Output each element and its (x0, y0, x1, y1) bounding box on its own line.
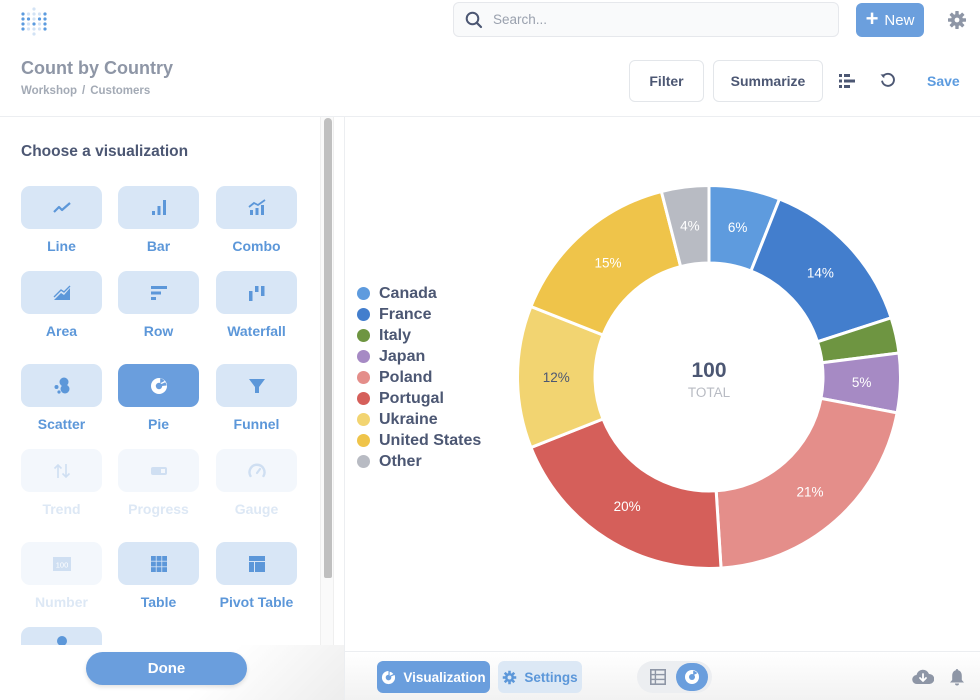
notebook-editor-icon[interactable] (838, 72, 856, 90)
slice-percent-label: 15% (594, 255, 621, 270)
bell-icon[interactable] (949, 668, 965, 686)
pie-icon (685, 670, 699, 684)
viz-tile-area[interactable] (21, 271, 102, 314)
viz-tile-label: Trend (42, 501, 81, 517)
pie-icon (150, 377, 167, 394)
donut-total-value: 100 (691, 359, 726, 382)
combo-icon (247, 198, 266, 215)
filter-button[interactable]: Filter (629, 60, 704, 102)
viz-tile-map[interactable] (21, 627, 102, 645)
viz-tile-label[interactable]: Bar (118, 238, 199, 254)
line-icon (52, 201, 71, 213)
viz-tile-label[interactable]: Funnel (216, 416, 297, 432)
plus-icon: + (865, 6, 879, 31)
viz-tile-label[interactable]: Scatter (21, 416, 102, 432)
area-icon (53, 285, 70, 300)
viz-tile-label[interactable]: Table (118, 594, 199, 610)
footer-divider (345, 651, 980, 652)
breadcrumb-item-table[interactable]: Customers (90, 85, 150, 97)
visualization-button-label: Visualization (403, 669, 486, 685)
viz-tile-trend (21, 449, 102, 492)
new-button[interactable]: + New (856, 3, 924, 37)
pie-icon (382, 669, 396, 684)
viz-tile-number: 100 (21, 542, 102, 585)
bar-icon (151, 199, 166, 215)
breadcrumb: Workshop / Customers (21, 85, 150, 97)
search-placeholder: Search... (493, 12, 548, 27)
viz-tile-label[interactable]: Combo (216, 238, 297, 254)
viz-tile-combo[interactable] (216, 186, 297, 229)
viz-tile-label[interactable]: Area (21, 323, 102, 339)
waterfall-icon (248, 285, 264, 301)
viz-tile-bar[interactable] (118, 186, 199, 229)
viz-tile-gauge (216, 449, 297, 492)
slice-percent-label: 4% (680, 218, 700, 233)
summarize-button[interactable]: Summarize (713, 60, 823, 102)
donut-total-label: TOTAL (688, 385, 731, 400)
sidebar-title: Choose a visualization (21, 143, 189, 160)
search-icon (465, 11, 483, 28)
page-title[interactable]: Count by Country (21, 58, 173, 79)
slice-percent-label: 14% (807, 265, 834, 280)
svg-text:100: 100 (55, 560, 68, 569)
viz-tile-label[interactable]: Pie (118, 416, 199, 432)
funnel-icon (248, 378, 265, 393)
row-icon (150, 285, 167, 300)
viz-tile-row[interactable] (118, 271, 199, 314)
slice-percent-label: 5% (852, 375, 872, 390)
settings-button-label: Settings (524, 669, 578, 685)
viz-tile-label[interactable]: Row (118, 323, 199, 339)
viz-tile-label[interactable]: Pivot Table (216, 594, 297, 610)
viz-tile-line[interactable] (21, 186, 102, 229)
settings-button[interactable]: Settings (498, 661, 582, 693)
slice-percent-label: 6% (728, 220, 748, 235)
progress-icon (150, 466, 167, 475)
download-icon[interactable] (912, 668, 934, 686)
gear-icon[interactable] (947, 10, 967, 30)
new-button-label: New (884, 11, 915, 29)
viz-tile-pivot-table[interactable] (216, 542, 297, 585)
scatter-icon (54, 377, 69, 394)
table-icon (150, 555, 167, 572)
done-button[interactable]: Done (86, 652, 247, 685)
breadcrumb-separator: / (82, 85, 86, 97)
gear-icon (503, 670, 517, 684)
trend-icon (53, 463, 70, 478)
table-view-icon[interactable] (650, 669, 666, 685)
viz-tile-label: Progress (128, 501, 189, 517)
metabase-logo[interactable] (21, 6, 47, 36)
donut-slice-poland[interactable] (714, 396, 899, 570)
save-button[interactable]: Save (927, 73, 960, 89)
viz-tile-label: Gauge (234, 501, 279, 517)
viz-tile-label: Number (35, 594, 88, 610)
viz-tile-scatter[interactable] (21, 364, 102, 407)
refresh-icon[interactable] (879, 71, 897, 89)
viz-tile-progress (118, 449, 199, 492)
donut-slice-portugal[interactable] (529, 417, 723, 570)
donut-chart: 6% 14% 5% 21% 20% 12% 15% 4% 100 TOTAL (516, 183, 902, 570)
slice-percent-label: 12% (543, 370, 570, 385)
viz-tile-pie[interactable] (118, 364, 199, 407)
slice-percent-label: 21% (796, 485, 823, 500)
map-pin-icon (56, 636, 67, 645)
visualization-button[interactable]: Visualization (377, 661, 490, 693)
breadcrumb-item-collection[interactable]: Workshop (21, 85, 77, 97)
search-input[interactable]: Search... (453, 2, 839, 37)
pivot-table-icon (248, 555, 265, 572)
viz-tile-waterfall[interactable] (216, 271, 297, 314)
sidebar-scrollbar-thumb[interactable] (324, 118, 332, 578)
viz-tile-label[interactable]: Waterfall (216, 323, 297, 339)
slice-percent-label: 20% (614, 499, 641, 514)
viz-tile-label[interactable]: Line (21, 238, 102, 254)
viz-tile-table[interactable] (118, 542, 199, 585)
chart-view-toggle[interactable] (676, 663, 708, 691)
number-icon: 100 (52, 556, 71, 571)
viz-tile-funnel[interactable] (216, 364, 297, 407)
gauge-icon (247, 463, 266, 477)
